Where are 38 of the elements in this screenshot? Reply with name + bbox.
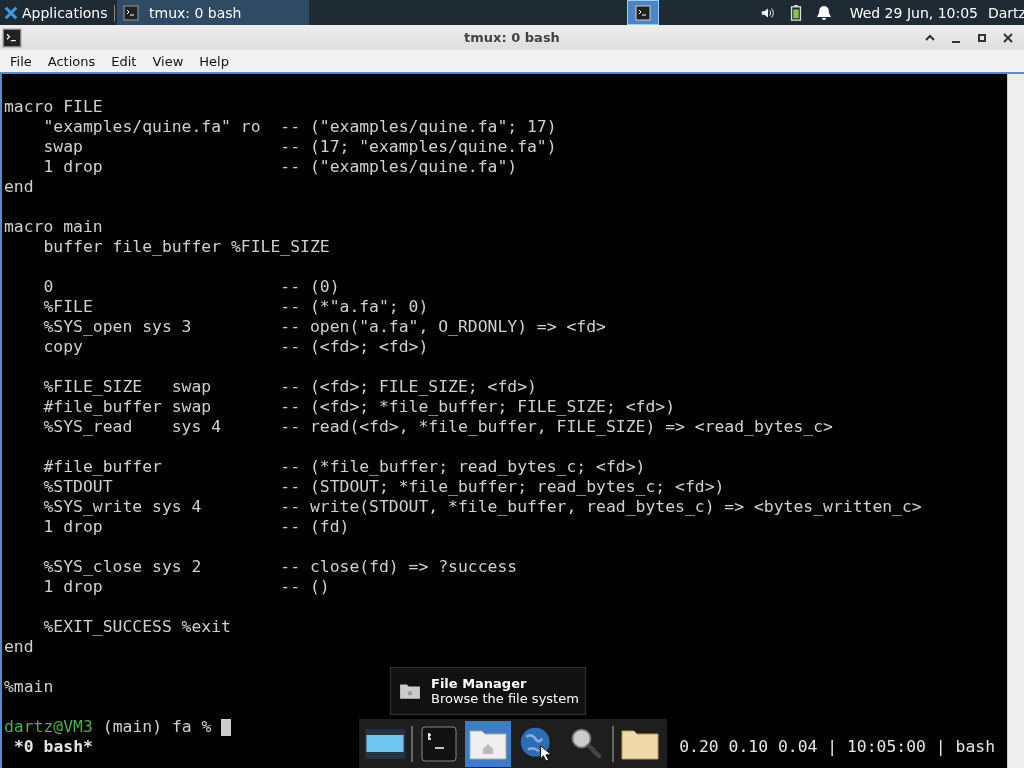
prompt-text: (main) fa % [102, 717, 212, 737]
code-line: %main [4, 677, 54, 697]
code-line: buffer file_buffer %FILE_SIZE [42, 237, 330, 257]
taskbar-button[interactable]: tmux: 0 bash [117, 0, 309, 25]
window-title: tmux: 0 bash [464, 30, 560, 45]
code-line: 0 -- (0) [42, 277, 340, 297]
code-line: %SYS_read sys 4 -- read(<fd>, *file_buffer, FILE_SIZE) => <read_bytes_c> [42, 417, 833, 437]
code-line: %FILE_SIZE swap -- (<fd>; FILE_SIZE; <fd>) [42, 377, 537, 397]
code-line: %SYS_write sys 4 -- write(STDOUT, *file_buffer, read_bytes_c) => <bytes_written_c> [42, 497, 922, 517]
menu-item[interactable]: Edit [103, 53, 145, 69]
code-line: %SYS_close sys 2 -- close(fd) => ?success [42, 557, 518, 577]
code-line: "examples/quine.fa" ro -- ("examples/quine.fa"; 17) [42, 117, 557, 137]
code-line: %EXIT_SUCCESS %exit [42, 617, 231, 637]
tooltip-description: Browse the file system [431, 691, 579, 706]
code-line: 1 drop -- () [42, 577, 330, 597]
code-line: swap -- (17; "examples/quine.fa") [42, 137, 557, 157]
code-line: end [4, 637, 34, 657]
code-line: copy -- (<fd>; <fd>) [42, 337, 429, 357]
menu-item[interactable]: Help [191, 53, 237, 69]
code-line: macro FILE [4, 97, 103, 117]
tooltip-title: File Manager [431, 676, 528, 691]
code-line: end [4, 177, 34, 197]
code-line: #file_buffer -- (*file_buffer; read_bytes_c; <fd>) [42, 457, 646, 477]
code-line: #file_buffer swap -- (<fd>; *file_buffer; FILE_SIZE; <fd>) [42, 397, 676, 417]
menu-item[interactable]: File [2, 53, 40, 69]
clock[interactable]: Wed 29 Jun, 10:05 [849, 4, 978, 21]
tmux-window-label: *0 bash* [14, 737, 93, 757]
code-line: %SYS_open sys 3 -- open("a.fa", O_RDONLY) => <fd> [42, 317, 606, 337]
code-line: %FILE -- (*"a.fa"; 0) [42, 297, 429, 317]
tmux-status-info: 0.20 0.10 0.04 | 10:05:00 | bash [679, 737, 995, 757]
code-line: macro main [4, 217, 103, 237]
code-line: 1 drop -- ("examples/quine.fa") [42, 157, 518, 177]
code-line: 1 drop -- (fd) [42, 517, 350, 537]
code-line: %STDOUT -- (STDOUT; *file_buffer; read_bytes_c; <fd>) [42, 477, 725, 497]
prompt-user-host: dartz@VM3 [4, 717, 93, 737]
menu-item[interactable]: View [144, 53, 192, 69]
menu-item[interactable]: Actions [39, 53, 104, 69]
applications-menu[interactable]: Applications [0, 4, 115, 21]
